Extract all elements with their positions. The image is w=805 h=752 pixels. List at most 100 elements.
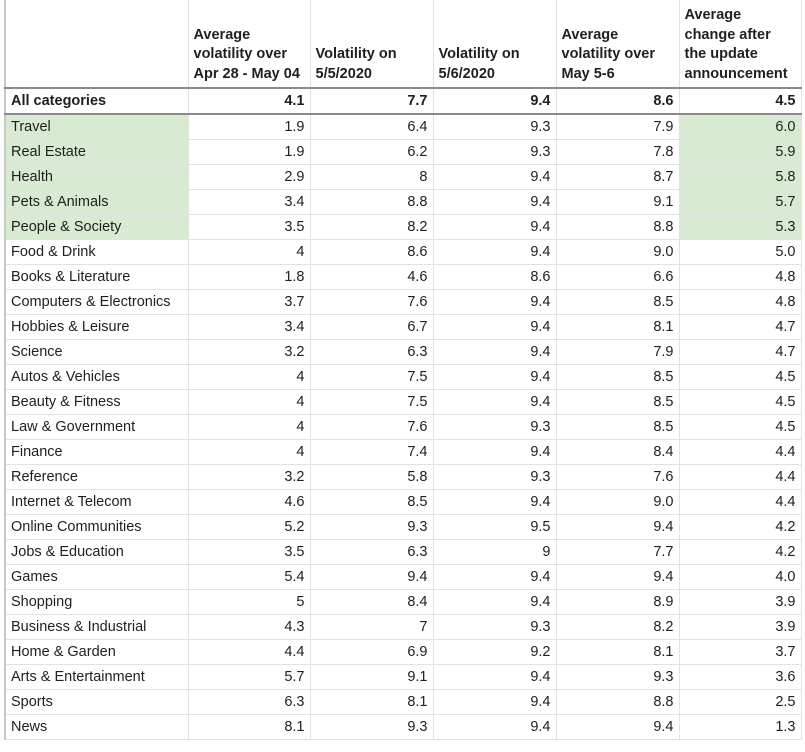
value-cell[interactable]: 9.4 [432, 664, 557, 690]
category-cell[interactable]: Real Estate [4, 139, 189, 165]
header-volatility-may5[interactable]: Volatility on 5/5/2020 [309, 0, 434, 89]
category-cell[interactable]: Food & Drink [4, 239, 189, 265]
total-value-cell[interactable]: 4.1 [187, 87, 311, 115]
value-cell[interactable]: 7.5 [309, 364, 434, 390]
value-cell[interactable]: 1.8 [187, 264, 311, 290]
value-cell[interactable]: 4.2 [678, 514, 802, 540]
value-cell[interactable]: 4 [187, 389, 311, 415]
value-cell[interactable]: 9.1 [555, 189, 680, 215]
value-cell[interactable]: 9.4 [432, 239, 557, 265]
value-cell[interactable]: 4.5 [678, 364, 802, 390]
value-cell[interactable]: 5.2 [187, 514, 311, 540]
value-cell[interactable]: 9.4 [432, 439, 557, 465]
category-cell[interactable]: Health [4, 164, 189, 190]
category-cell[interactable]: Online Communities [4, 514, 189, 540]
value-cell[interactable]: 4 [187, 239, 311, 265]
value-cell[interactable]: 4.5 [678, 414, 802, 440]
value-cell[interactable]: 4.4 [678, 439, 802, 465]
value-cell[interactable]: 3.7 [187, 289, 311, 315]
category-cell[interactable]: Books & Literature [4, 264, 189, 290]
category-cell[interactable]: Travel [4, 113, 189, 140]
value-cell[interactable]: 8.5 [555, 414, 680, 440]
value-cell[interactable]: 9.3 [432, 464, 557, 490]
value-cell[interactable]: 7.6 [555, 464, 680, 490]
value-cell[interactable]: 3.9 [678, 589, 802, 615]
category-cell[interactable]: Business & Industrial [4, 614, 189, 640]
value-cell[interactable]: 5.8 [309, 464, 434, 490]
value-cell[interactable]: 7 [309, 614, 434, 640]
value-cell[interactable]: 4.6 [187, 489, 311, 515]
value-cell[interactable]: 9.3 [432, 414, 557, 440]
value-cell[interactable]: 8.5 [555, 389, 680, 415]
value-cell[interactable]: 9.4 [309, 564, 434, 590]
value-cell[interactable]: 9.3 [309, 714, 434, 740]
value-cell[interactable]: 5.0 [678, 239, 802, 265]
total-value-cell[interactable]: 7.7 [309, 87, 434, 115]
total-value-cell[interactable]: 4.5 [678, 87, 802, 115]
value-cell[interactable]: 3.4 [187, 314, 311, 340]
category-cell[interactable]: Science [4, 339, 189, 365]
header-volatility-may6[interactable]: Volatility on 5/6/2020 [432, 0, 557, 89]
value-cell[interactable]: 9.4 [432, 364, 557, 390]
value-cell[interactable]: 6.0 [678, 113, 802, 140]
value-cell[interactable]: 4.8 [678, 289, 802, 315]
value-cell[interactable]: 6.2 [309, 139, 434, 165]
value-cell[interactable]: 8.4 [555, 439, 680, 465]
category-cell[interactable]: Computers & Electronics [4, 289, 189, 315]
value-cell[interactable]: 9.4 [432, 214, 557, 240]
value-cell[interactable]: 9.4 [432, 289, 557, 315]
value-cell[interactable]: 4.5 [678, 389, 802, 415]
category-cell[interactable]: Home & Garden [4, 639, 189, 665]
value-cell[interactable]: 5.4 [187, 564, 311, 590]
value-cell[interactable]: 8.7 [555, 164, 680, 190]
value-cell[interactable]: 9.0 [555, 239, 680, 265]
category-cell[interactable]: News [4, 714, 189, 740]
category-cell[interactable]: Jobs & Education [4, 539, 189, 565]
value-cell[interactable]: 3.7 [678, 639, 802, 665]
header-avg-change[interactable]: Average change after the update announce… [678, 0, 802, 89]
value-cell[interactable]: 7.5 [309, 389, 434, 415]
value-cell[interactable]: 4.4 [187, 639, 311, 665]
value-cell[interactable]: 3.6 [678, 664, 802, 690]
category-cell[interactable]: Autos & Vehicles [4, 364, 189, 390]
value-cell[interactable]: 8.1 [309, 689, 434, 715]
value-cell[interactable]: 9.4 [432, 189, 557, 215]
value-cell[interactable]: 4.2 [678, 539, 802, 565]
value-cell[interactable]: 8.5 [555, 289, 680, 315]
value-cell[interactable]: 9.4 [432, 164, 557, 190]
value-cell[interactable]: 4.4 [678, 489, 802, 515]
value-cell[interactable]: 8.1 [187, 714, 311, 740]
value-cell[interactable]: 5.7 [678, 189, 802, 215]
value-cell[interactable]: 9.2 [432, 639, 557, 665]
value-cell[interactable]: 1.9 [187, 113, 311, 140]
value-cell[interactable]: 3.4 [187, 189, 311, 215]
category-cell[interactable]: People & Society [4, 214, 189, 240]
value-cell[interactable]: 6.4 [309, 113, 434, 140]
value-cell[interactable]: 9.4 [555, 514, 680, 540]
value-cell[interactable]: 8.6 [432, 264, 557, 290]
value-cell[interactable]: 6.6 [555, 264, 680, 290]
value-cell[interactable]: 7.9 [555, 113, 680, 140]
value-cell[interactable]: 7.9 [555, 339, 680, 365]
header-category[interactable] [4, 0, 189, 89]
value-cell[interactable]: 3.2 [187, 339, 311, 365]
value-cell[interactable]: 9.4 [432, 314, 557, 340]
total-value-cell[interactable]: 8.6 [555, 87, 680, 115]
value-cell[interactable]: 7.4 [309, 439, 434, 465]
value-cell[interactable]: 6.9 [309, 639, 434, 665]
value-cell[interactable]: 4.7 [678, 339, 802, 365]
value-cell[interactable]: 9.4 [555, 564, 680, 590]
value-cell[interactable]: 9.4 [432, 389, 557, 415]
value-cell[interactable]: 3.9 [678, 614, 802, 640]
value-cell[interactable]: 7.8 [555, 139, 680, 165]
value-cell[interactable]: 8.8 [555, 689, 680, 715]
value-cell[interactable]: 7.7 [555, 539, 680, 565]
value-cell[interactable]: 8.5 [555, 364, 680, 390]
value-cell[interactable]: 4 [187, 414, 311, 440]
category-cell[interactable]: Arts & Entertainment [4, 664, 189, 690]
value-cell[interactable]: 8.2 [555, 614, 680, 640]
value-cell[interactable]: 5.8 [678, 164, 802, 190]
value-cell[interactable]: 7.6 [309, 289, 434, 315]
value-cell[interactable]: 9.4 [432, 689, 557, 715]
category-cell[interactable]: Beauty & Fitness [4, 389, 189, 415]
